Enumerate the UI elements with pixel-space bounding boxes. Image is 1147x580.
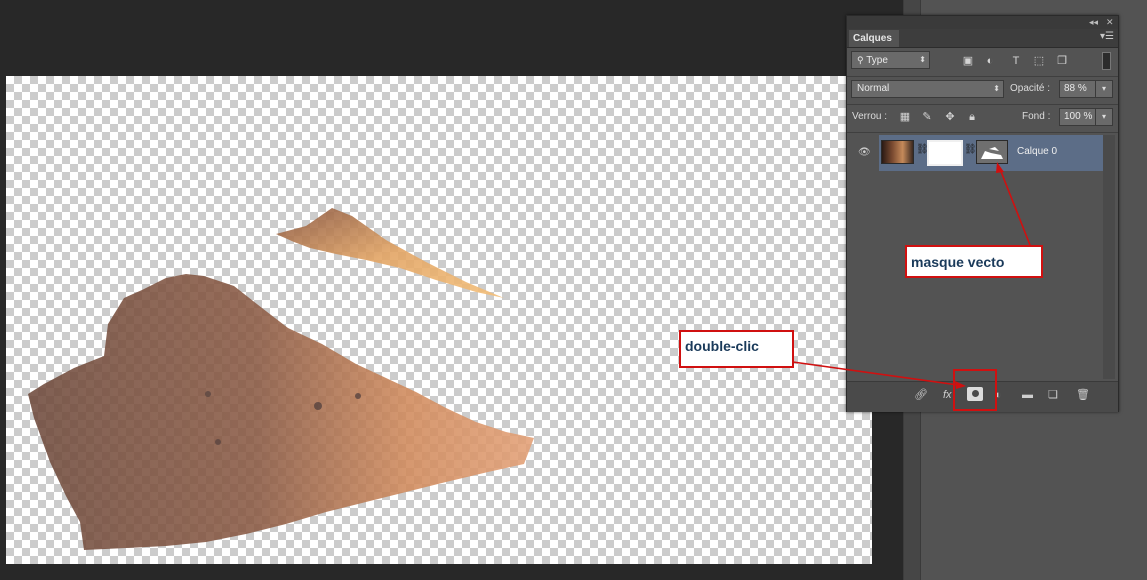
filter-adjustment-icon[interactable]: ◐ bbox=[983, 54, 997, 68]
layer-row[interactable]: ⛓︎ ⛓︎ Calque 0 bbox=[879, 135, 1103, 171]
lock-label: Verrou : bbox=[852, 111, 888, 122]
dropdown-arrows-icon: ⬍ bbox=[919, 55, 926, 64]
filter-toggle[interactable] bbox=[1102, 52, 1111, 70]
fx-icon[interactable]: fx bbox=[943, 388, 952, 402]
tab-layers[interactable]: Calques bbox=[849, 30, 899, 47]
close-icon[interactable]: ✕ bbox=[1106, 16, 1114, 29]
divider bbox=[847, 104, 1118, 105]
link-chain-icon[interactable]: ⛓︎ bbox=[964, 144, 977, 155]
filter-shape-icon[interactable]: ⬚ bbox=[1032, 54, 1046, 68]
filter-type-icon[interactable]: T bbox=[1009, 54, 1023, 68]
artwork-large-fragment bbox=[28, 274, 534, 550]
blend-mode-label: Normal bbox=[857, 83, 890, 94]
divider bbox=[847, 76, 1118, 77]
artwork-shapes bbox=[28, 208, 534, 550]
layer-thumbnail[interactable] bbox=[881, 140, 914, 164]
opacity-slider-button[interactable]: ▾ bbox=[1095, 80, 1113, 98]
opacity-field[interactable]: 88 % bbox=[1059, 80, 1098, 98]
artwork-sliver-fragment bbox=[276, 208, 504, 298]
filter-pixel-icon[interactable]: ▣ bbox=[961, 54, 975, 68]
lock-paint-icon[interactable]: ✎ bbox=[920, 110, 934, 124]
blend-mode-select[interactable]: Normal ⬍ bbox=[851, 80, 1004, 98]
link-layers-icon[interactable]: 🔗︎ bbox=[914, 388, 928, 402]
layers-scrollbar[interactable] bbox=[1103, 135, 1115, 379]
fill-slider-button[interactable]: ▾ bbox=[1095, 108, 1113, 126]
lock-move-icon[interactable]: ✥ bbox=[943, 110, 957, 124]
annotation-vector-mask: masque vecto bbox=[905, 245, 1043, 278]
opacity-label: Opacité : bbox=[1010, 83, 1051, 94]
annotation-double-click: double-clic bbox=[679, 330, 794, 368]
document-workspace bbox=[0, 0, 903, 580]
new-layer-icon[interactable]: ❏ bbox=[1048, 388, 1058, 402]
filter-type-select[interactable]: ⚲ Type ⬍ bbox=[851, 51, 930, 69]
panel-titlebar: ◂◂ ✕ bbox=[847, 16, 1118, 29]
layer-mask-thumbnail[interactable] bbox=[927, 140, 963, 166]
dropdown-arrows-icon: ⬍ bbox=[993, 84, 1000, 93]
lock-transparent-icon[interactable]: ▦ bbox=[898, 110, 912, 124]
delete-trash-icon[interactable]: 🗑︎ bbox=[1076, 388, 1090, 402]
vector-mask-thumbnail[interactable] bbox=[976, 140, 1008, 164]
panel-tabbar: Calques ▾☰ bbox=[847, 29, 1118, 48]
canvas-transparency[interactable] bbox=[6, 76, 872, 564]
layers-panel: ◂◂ ✕ Calques ▾☰ ⚲ Type ⬍ ▣ ◐ T ⬚ ❐ Norma… bbox=[846, 15, 1119, 412]
lock-all-icon[interactable]: 🔒︎ bbox=[965, 110, 979, 124]
filter-type-label: Type bbox=[866, 55, 888, 66]
filter-smartobject-icon[interactable]: ❐ bbox=[1055, 54, 1069, 68]
group-folder-icon[interactable]: ▬ bbox=[1022, 388, 1033, 402]
vector-mask-shape-icon bbox=[981, 147, 1003, 159]
search-icon: ⚲ bbox=[857, 55, 864, 65]
highlight-box bbox=[953, 369, 997, 411]
panel-menu-icon[interactable]: ▾☰ bbox=[1100, 31, 1114, 42]
divider bbox=[847, 132, 1118, 133]
visibility-eye-icon[interactable]: 👁︎ bbox=[858, 147, 871, 158]
collapse-icon[interactable]: ◂◂ bbox=[1089, 16, 1098, 29]
fill-field[interactable]: 100 % bbox=[1059, 108, 1098, 126]
fill-label: Fond : bbox=[1022, 111, 1051, 122]
layer-name[interactable]: Calque 0 bbox=[1017, 146, 1057, 157]
